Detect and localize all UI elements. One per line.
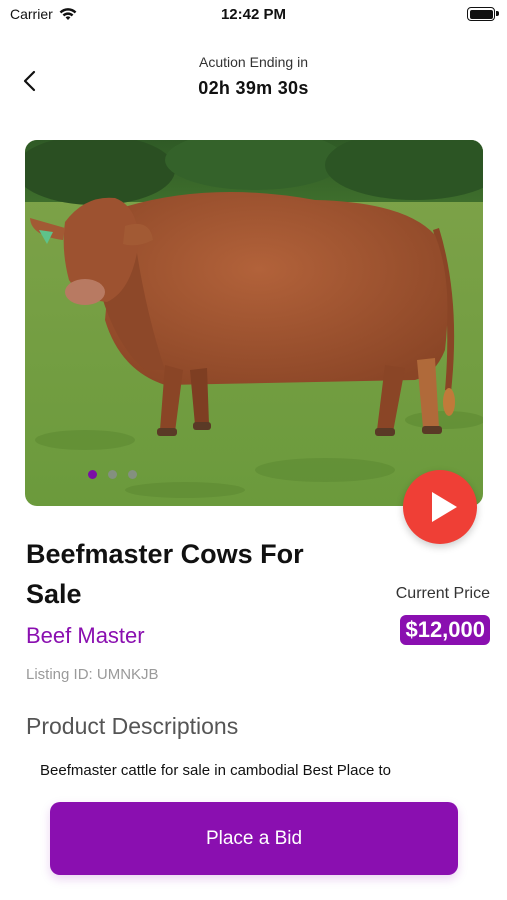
status-time: 12:42 PM: [220, 6, 287, 23]
gallery-dot-2[interactable]: [108, 470, 117, 479]
auction-countdown: 02h 39m 30s: [198, 78, 309, 98]
gallery-dot-1[interactable]: [88, 470, 97, 479]
status-bar: Carrier 12:42 PM: [0, 0, 507, 30]
product-title: Beefmaster Cows For Sale: [26, 539, 304, 609]
gallery-pagination[interactable]: [88, 470, 137, 479]
gallery-dot-3[interactable]: [128, 470, 137, 479]
play-video-button[interactable]: [403, 470, 477, 544]
play-icon: [432, 492, 457, 522]
product-breed: Beef Master: [26, 623, 145, 648]
battery-icon: [467, 7, 499, 21]
description-text: Beefmaster cattle for sale in cambodial …: [40, 762, 392, 779]
place-bid-label: Place a Bid: [205, 827, 303, 849]
current-price-badge: $12,000: [400, 615, 490, 645]
current-price-label: Current Price: [395, 585, 490, 602]
place-bid-button[interactable]: Place a Bid: [50, 802, 458, 875]
product-image[interactable]: [25, 140, 483, 506]
listing-id: Listing ID: UMNKJB: [26, 666, 159, 683]
cow-photo: [25, 140, 483, 506]
auction-ending-label: Acution Ending in: [199, 54, 308, 70]
description-heading: Product Descriptions: [26, 713, 239, 739]
